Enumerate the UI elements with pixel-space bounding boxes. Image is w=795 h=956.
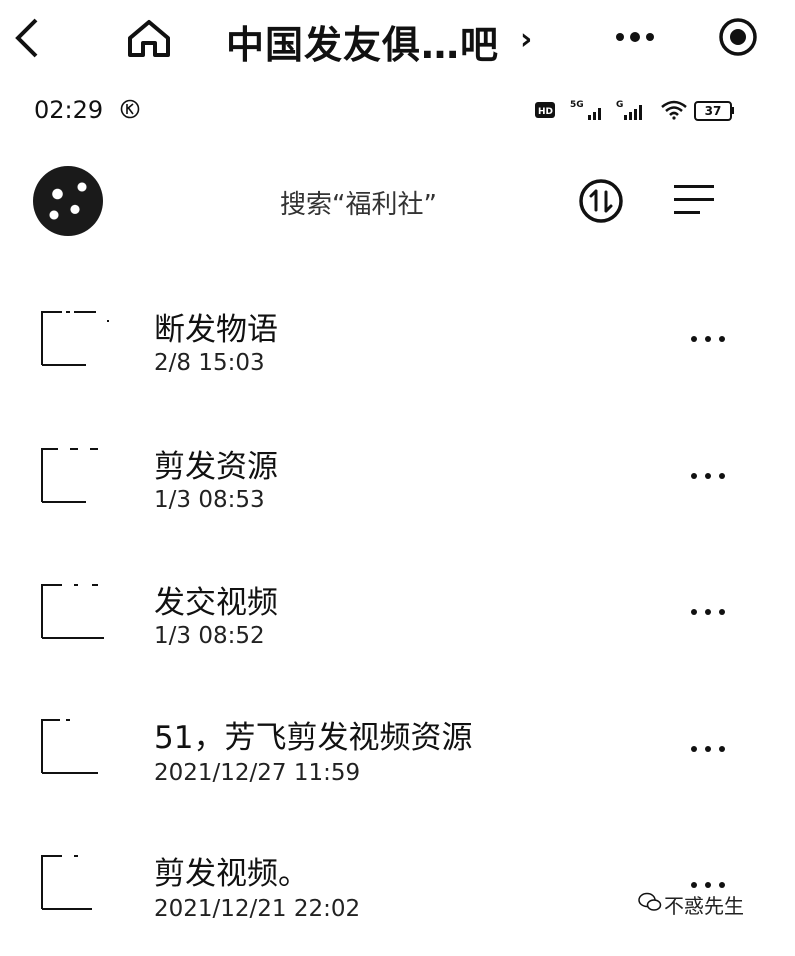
folder-name: 剪发资源 [154,449,278,485]
folder-icon [41,311,109,366]
folder-name: 剪发视频。 [154,856,309,892]
status-icons: HD 5G G 37 [534,98,734,122]
svg-text:5G: 5G [570,100,584,110]
sort-icon[interactable] [578,178,624,224]
more-options-icon[interactable] [690,471,726,481]
k-notification-icon [120,99,140,119]
wechat-icon [638,892,662,911]
search-input[interactable]: 搜索“福利社” [280,184,437,221]
folder-date: 1/3 08:53 [154,487,265,513]
page-title[interactable]: 中国发友俱…吧 [226,14,499,69]
folder-date: 1/3 08:52 [154,623,265,649]
folder-date: 2021/12/27 11:59 [154,760,361,786]
wifi-icon [661,100,687,120]
watermark-text: 不惑先生 [664,894,744,918]
folder-name: 发交视频 [154,585,278,621]
signal-icon: G [616,100,642,120]
list-item[interactable]: 发交视频 1/3 08:52 [0,563,795,683]
back-icon[interactable] [12,16,42,60]
folder-icon [41,855,92,910]
menu-icon[interactable] [672,183,716,217]
more-icon[interactable] [612,22,658,52]
battery-icon: 37 [694,101,732,121]
more-options-icon[interactable] [690,880,726,890]
folder-icon [41,448,98,503]
list-item[interactable]: 剪发资源 1/3 08:53 [0,427,795,547]
folder-icon [41,584,104,639]
more-options-icon[interactable] [690,744,726,754]
svg-text:HD: HD [538,107,553,117]
battery-level: 37 [704,104,722,118]
list-item[interactable]: 断发物语 2/8 15:03 [0,290,795,410]
folder-name: 断发物语 [154,312,278,348]
folder-icon [41,719,98,774]
status-time: 02:29 [34,96,104,124]
home-icon[interactable] [124,18,174,58]
list-item[interactable]: 51，芳飞剪发视频资源 2021/12/27 11:59 [0,700,795,820]
signal-5g-icon: 5G [570,100,601,120]
folder-date: 2/8 15:03 [154,350,265,376]
chevron-right-icon[interactable]: › [520,22,532,57]
svg-text:G: G [616,100,623,110]
hd-icon: HD [535,102,555,118]
avatar[interactable] [33,166,103,236]
folder-name: 51，芳飞剪发视频资源 [154,720,473,756]
more-options-icon[interactable] [690,607,726,617]
more-options-icon[interactable] [690,334,726,344]
close-miniprogram-icon[interactable] [718,17,758,57]
folder-date: 2021/12/21 22:02 [154,896,361,922]
battery-tip [732,107,734,114]
